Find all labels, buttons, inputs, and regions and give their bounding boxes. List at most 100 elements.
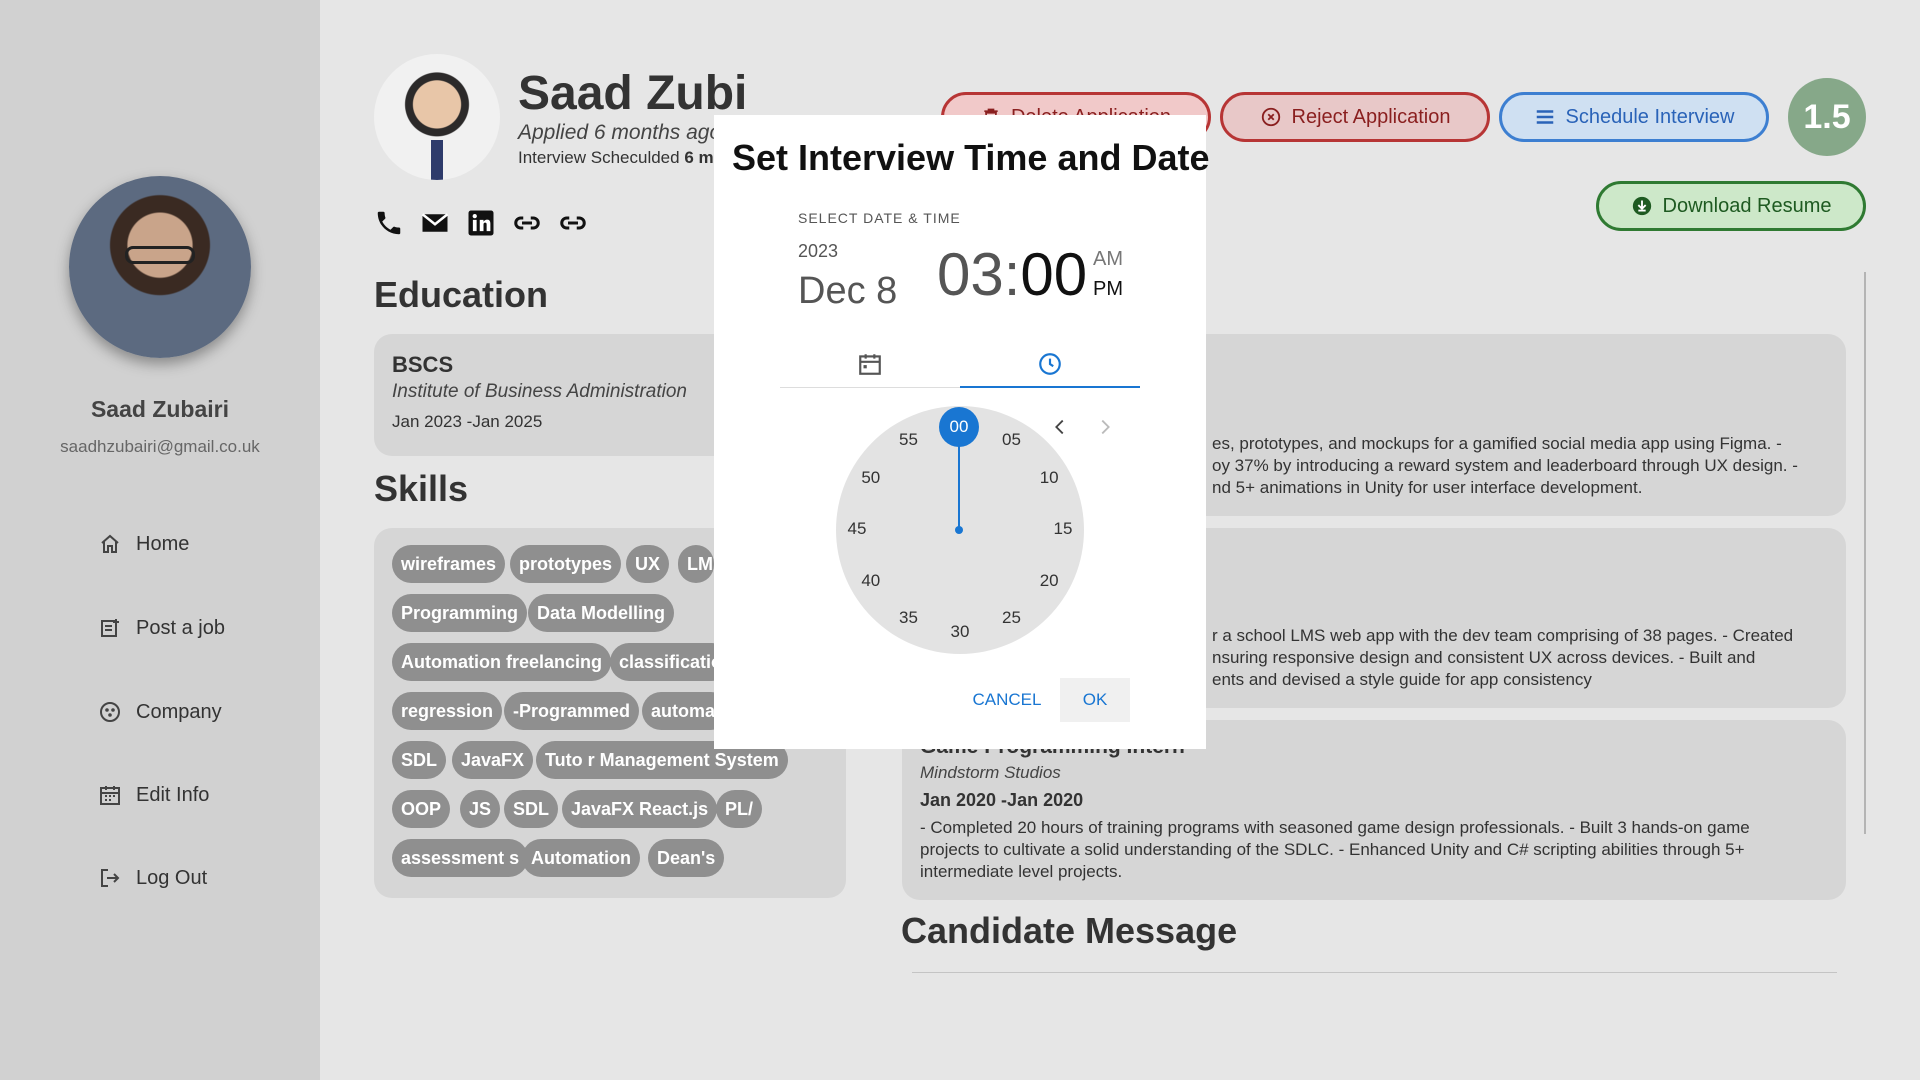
sidebar: Saad Zubairi saadhzubairi@gmail.co.uk Ho…: [0, 0, 320, 1080]
skill-chip: JavaFX React.js: [562, 790, 718, 828]
dialog-title: Set Interview Time and Date: [732, 137, 1210, 178]
skill-chip: Automation freelancing: [392, 643, 612, 681]
clock-number[interactable]: 15: [1047, 519, 1079, 541]
am-toggle[interactable]: AM: [1093, 248, 1123, 271]
download-resume-button[interactable]: Download Resume: [1596, 181, 1866, 231]
candidate-name: Saad Zubi: [518, 67, 748, 120]
link-icon[interactable]: [512, 208, 542, 238]
clock-number[interactable]: 05: [996, 430, 1028, 452]
sidebar-item-home[interactable]: Home: [98, 532, 189, 556]
picker-time: 03:00: [937, 240, 1087, 309]
link-icon[interactable]: [558, 208, 588, 238]
skill-chip: Data Modelling: [528, 594, 675, 632]
sidebar-user-email: saadhzubairi@gmail.co.uk: [60, 437, 260, 456]
clock-center: [955, 526, 963, 534]
experience-description: es, prototypes, and mockups for a gamifi…: [1212, 434, 1798, 497]
skill-chip: -Programmed: [504, 692, 640, 730]
reject-application-label: Reject Application: [1291, 105, 1451, 128]
cancel-button[interactable]: CANCEL: [964, 678, 1050, 722]
sidebar-item-post-job[interactable]: Post a job: [98, 616, 225, 640]
clock-number[interactable]: 40: [855, 571, 887, 593]
chevron-right-icon[interactable]: [1094, 416, 1116, 438]
education-dates: Jan 2023 -Jan 2025: [392, 412, 543, 431]
clock-number[interactable]: 30: [944, 622, 976, 644]
list-icon: [1536, 110, 1553, 124]
applied-time: Applied 6 months ago: [518, 121, 722, 144]
clock-number[interactable]: 55: [893, 430, 925, 452]
sidebar-item-label: Edit Info: [136, 783, 210, 806]
experience-dates: Jan 2020 -Jan 2020: [920, 790, 1084, 810]
education-title: Education: [374, 274, 549, 315]
picker-tabs: [780, 340, 1140, 388]
candidate-message-title: Candidate Message: [901, 910, 1238, 951]
download-icon: [1632, 196, 1651, 216]
selected-minute[interactable]: 00: [939, 407, 979, 447]
skill-chip: regression: [392, 692, 503, 730]
reject-application-button[interactable]: Reject Application: [1220, 92, 1490, 142]
skills-title: Skills: [374, 468, 469, 509]
tab-date[interactable]: [780, 340, 960, 388]
skill-chip: assessment s: [392, 839, 529, 877]
experience-description: r a school LMS web app with the dev team…: [1212, 626, 1794, 689]
skill-chip: SDL: [392, 741, 446, 779]
contact-icons: [374, 208, 588, 238]
download-resume-label: Download Resume: [1662, 194, 1832, 217]
skill-chip: wireframes: [392, 545, 506, 583]
scroll-divider: [1864, 272, 1866, 834]
clock-number[interactable]: 45: [841, 519, 873, 541]
picker-minute[interactable]: 00: [1020, 241, 1087, 308]
skill-chip: OOP: [392, 790, 451, 828]
score-badge: 1.5: [1788, 78, 1866, 156]
picker-date[interactable]: Dec 8: [798, 270, 897, 313]
email-icon[interactable]: [420, 208, 450, 238]
picker-year[interactable]: 2023: [798, 241, 838, 262]
picker-hour[interactable]: 03: [937, 241, 1004, 308]
skill-chip: PL/: [716, 790, 763, 828]
skill-chip: LM: [678, 545, 714, 583]
divider: [912, 972, 1837, 973]
calendar-icon: [100, 786, 120, 805]
schedule-interview-button[interactable]: Schedule Interview: [1499, 92, 1769, 142]
skill-chip: SDL: [504, 790, 558, 828]
cancel-circle-icon: [1261, 107, 1280, 127]
skill-chip: classificatio: [610, 643, 732, 681]
pm-toggle[interactable]: PM: [1093, 278, 1123, 301]
skill-chip: JavaFX: [452, 741, 534, 779]
clock-number[interactable]: 20: [1033, 571, 1065, 593]
logout-icon: [101, 869, 120, 887]
skill-chip: Dean's: [648, 839, 725, 877]
sidebar-item-label: Company: [136, 700, 222, 723]
education-institute: Institute of Business Administration: [392, 381, 687, 402]
experience-company: Mindstorm Studios: [920, 763, 1061, 782]
skill-chip: Programming: [392, 594, 528, 632]
sidebar-item-edit-info[interactable]: Edit Info: [98, 783, 209, 807]
clock-number[interactable]: 10: [1033, 468, 1065, 490]
skill-chip: prototypes: [510, 545, 622, 583]
linkedin-icon[interactable]: [466, 208, 496, 238]
sidebar-item-logout[interactable]: Log Out: [98, 866, 207, 890]
clock-icon: [1039, 353, 1061, 375]
sidebar-item-company[interactable]: Company: [98, 700, 222, 724]
skill-chip: Automation: [522, 839, 640, 877]
home-icon: [101, 534, 119, 553]
skill-chip: JS: [460, 790, 501, 828]
education-degree: BSCS: [392, 352, 454, 377]
clock-number[interactable]: 25: [996, 608, 1028, 630]
sidebar-user-name: Saad Zubairi: [90, 396, 230, 422]
time-colon: :: [1003, 241, 1021, 308]
clock-number[interactable]: 50: [855, 468, 887, 490]
skill-chip: UX: [626, 545, 670, 583]
sidebar-item-label: Home: [136, 532, 190, 555]
chevron-left-icon[interactable]: [1049, 416, 1071, 438]
sidebar-avatar: [69, 176, 251, 358]
clock-number[interactable]: 35: [893, 608, 925, 630]
phone-icon[interactable]: [374, 208, 404, 238]
tab-time[interactable]: [960, 340, 1140, 388]
sidebar-item-label: Post a job: [136, 616, 225, 639]
interview-scheduled: Interview Scheculded 6 m: [518, 148, 714, 167]
sidebar-item-label: Log Out: [136, 866, 208, 889]
ok-button[interactable]: OK: [1060, 678, 1130, 722]
tab-indicator: [960, 386, 1140, 388]
calendar-icon: [859, 354, 881, 375]
schedule-interview-label: Schedule Interview: [1565, 105, 1735, 128]
